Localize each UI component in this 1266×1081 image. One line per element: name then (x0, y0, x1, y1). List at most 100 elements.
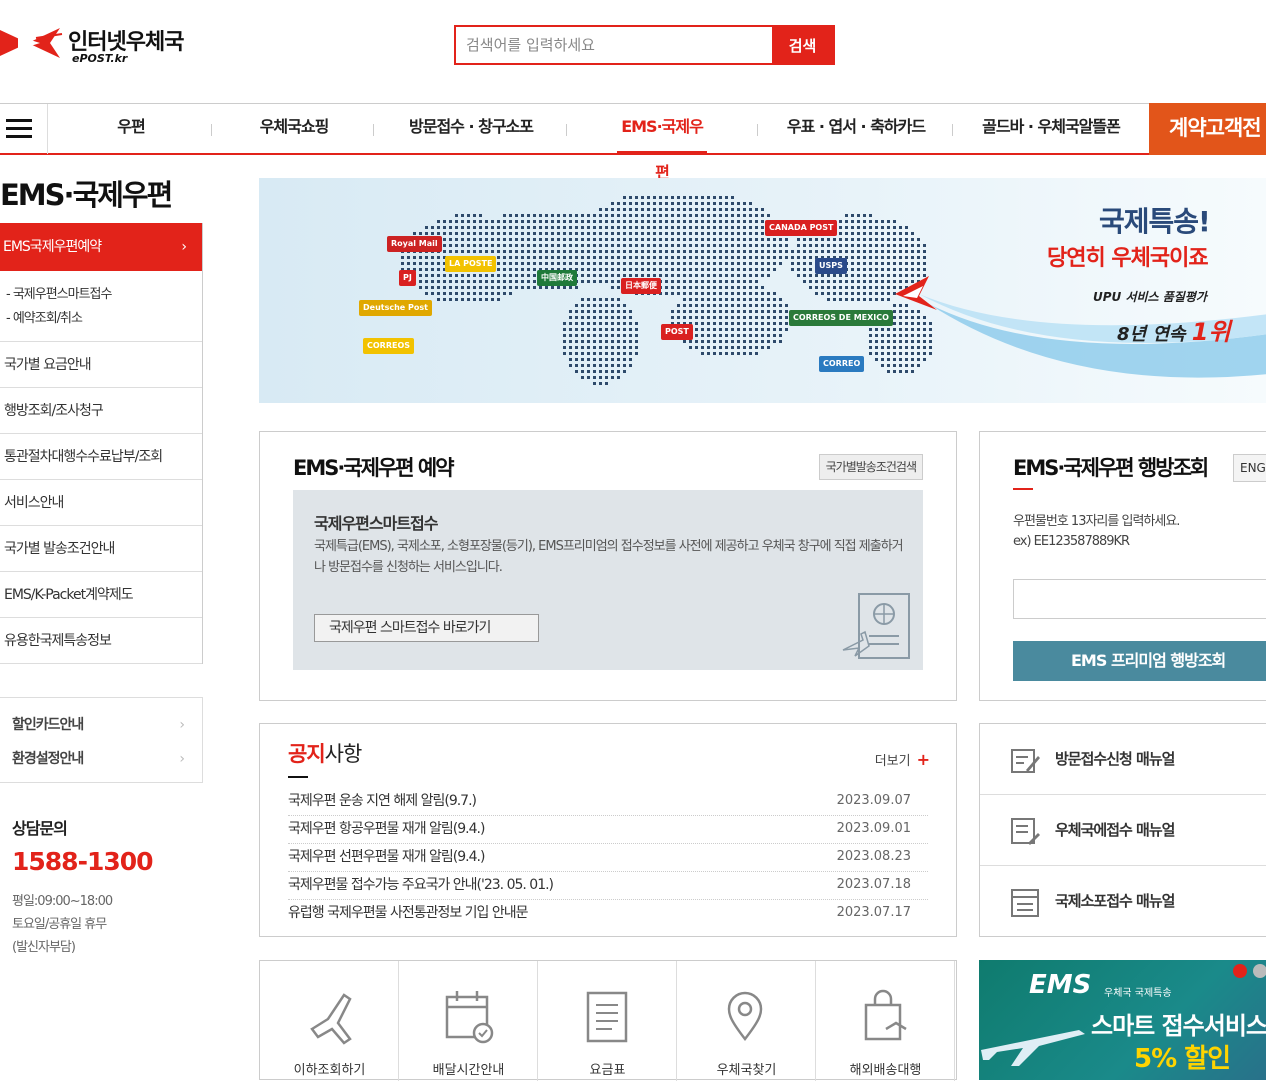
title-underline (1013, 488, 1033, 490)
slide-indicator-active[interactable] (1233, 964, 1247, 978)
notice-title: 공지사항 (288, 738, 362, 768)
notice-item[interactable]: 국제우편물 접수가능 주요국가 안내('23. 05. 01.) 2023.07.… (288, 872, 928, 900)
ems-ad-headline: 스마트 접수서비스 (1091, 1012, 1266, 1040)
quick-item-location[interactable]: 우체국찾기 (677, 961, 816, 1081)
notice-more-label: 더보기 (874, 754, 911, 769)
quick-item-bag[interactable]: 해외배송대행 (816, 961, 955, 1081)
location-icon (727, 991, 763, 1042)
notice-item-date: 2023.08.23 (836, 849, 911, 864)
quick-item-plane[interactable]: 이하조회하기 (260, 961, 399, 1081)
premium-tracking-button[interactable]: EMS 프리미엄 행방조회 (1013, 641, 1266, 681)
banner-headline: 국제특송! (1099, 205, 1211, 238)
manual-visit-link[interactable]: 방문접수신청 매뉴얼 (980, 724, 1266, 795)
consult-hours-weekday: 평일:09:00~18:00 (12, 894, 113, 909)
notice-item-title: 국제우편물 접수가능 주요국가 안내('23. 05. 01.) (288, 877, 554, 893)
gnb-item-ems[interactable]: EMS·국제우편 (617, 104, 707, 182)
chevron-right-icon: › (181, 239, 187, 255)
smart-receipt-description: 국제특급(EMS), 국제소포, 소형포장물(등기), EMS프리미엄의 접수정… (314, 539, 904, 575)
post-logo-badge: CORREOS DE MEXICO (789, 310, 893, 326)
manual-links: 방문접수신청 매뉴얼 우체국에접수 매뉴얼 국제소포접수 매뉴얼 (979, 723, 1266, 937)
bag-icon (864, 989, 907, 1041)
manual-parcel-link[interactable]: 국제소포접수 매뉴얼 (980, 866, 1266, 937)
banner-rank-first: 1위 (1191, 318, 1231, 346)
side-nav-item[interactable]: EMS/K-Packet계약제도 (0, 572, 202, 618)
hamburger-menu-icon[interactable] (0, 104, 48, 154)
epost-logo[interactable]: 인터넷우체국 ePOST.kr (0, 22, 200, 66)
form-pen-icon (1011, 818, 1040, 845)
passport-icon (842, 593, 910, 659)
notice-item-date: 2023.07.17 (836, 905, 911, 920)
quick-item-calendar[interactable]: 배달시간안내 (399, 961, 538, 1081)
notice-item-date: 2023.09.07 (836, 793, 911, 808)
tracking-panel: EMS·국제우편 행방조회 ENGLISH 우편물번호 13자리를 입력하세요.… (979, 431, 1266, 701)
search-input[interactable] (456, 27, 774, 63)
post-logo-badge: 日本郵便 (621, 278, 661, 294)
side-nav-item[interactable]: 국가별 발송조건안내 (0, 526, 202, 572)
form-pen-icon (1011, 749, 1040, 773)
tracking-number-input[interactable] (1013, 579, 1266, 619)
gnb-item-stamps[interactable]: 우표 · 엽서 · 축하카드 (780, 104, 932, 154)
notice-item-date: 2023.09.01 (836, 821, 911, 836)
side-nav-item[interactable]: 국가별 요금안내 (0, 342, 202, 388)
notice-item-title: 국제우편 운송 지연 해제 알림(9.7.) (288, 793, 477, 809)
banner-rank-years: 8년 연속 (1117, 324, 1186, 345)
manual-office-link[interactable]: 우체국에접수 매뉴얼 (980, 795, 1266, 866)
side-nav-item[interactable]: 통관절차대행수수료납부/조회 (0, 434, 202, 480)
notice-item[interactable]: 국제우편 운송 지연 해제 알림(9.7.) 2023.09.07 (288, 788, 928, 816)
environment-setting-link[interactable]: 환경설정안내 › (12, 742, 202, 776)
side-nav-sub-lookup[interactable]: - 예약조회/취소 (6, 309, 202, 333)
ems-logo: EMS (1029, 970, 1092, 1000)
side-nav-item-active[interactable]: EMS국제우편예약 › (0, 223, 202, 271)
gnb-contract-button[interactable]: 계약고객전 (1149, 103, 1266, 155)
gnb-item-visit[interactable]: 방문접수 · 창구소포 (400, 104, 542, 154)
section-title: EMS·국제우편 (0, 178, 173, 212)
manual-parcel-label: 국제소포접수 매뉴얼 (1055, 892, 1175, 910)
side-extra-links: 할인카드안내 › 환경설정안내 › (0, 697, 203, 783)
post-logo-badge: USPS (815, 258, 847, 274)
global-nav: 우편 우체국쇼핑 방문접수 · 창구소포 EMS·국제우편 우표 · 엽서 · … (0, 103, 1266, 182)
notice-panel: 공지사항 더보기 + 국제우편 운송 지연 해제 알림(9.7.) 2023.09.… (259, 723, 957, 937)
manual-visit-label: 방문접수신청 매뉴얼 (1055, 750, 1175, 768)
side-nav-sub-smart[interactable]: - 국제우편스마트접수 (6, 285, 202, 309)
search-box: 검색 (454, 25, 835, 65)
gnb-item-goldbar[interactable]: 골드바 · 우체국알뜰폰 (975, 104, 1127, 154)
notice-item[interactable]: 국제우편 선편우편물 재개 알림(9.4.) 2023.08.23 (288, 844, 928, 872)
discount-card-link[interactable]: 할인카드안내 › (12, 708, 202, 742)
gnb-item-shopping[interactable]: 우체국쇼핑 (244, 104, 344, 154)
airplane-icon (981, 1030, 1085, 1066)
plane-icon (310, 993, 352, 1045)
reservation-title: EMS·국제우편 예약 (293, 456, 455, 480)
post-logo-badge: Deutsche Post (359, 300, 432, 316)
ems-ad-small: 우체국 국제특송 (1104, 988, 1172, 999)
title-underline (288, 776, 308, 778)
consult-title: 상담문의 (12, 819, 68, 838)
notice-item[interactable]: 유럽행 국제우편물 사전통관정보 기입 안내문 2023.07.17 (288, 900, 928, 928)
post-logo-badge: CORREOS (363, 338, 415, 354)
search-button[interactable]: 검색 (772, 27, 833, 63)
slide-indicator[interactable] (1253, 964, 1266, 978)
smart-receipt-go-button[interactable]: 국제우편 스마트접수 바로가기 (314, 614, 539, 642)
notice-item[interactable]: 국제우편 항공우편물 재개 알림(9.4.) 2023.09.01 (288, 816, 928, 844)
promo-banner[interactable]: Royal Mail LA POSTE PJ Deutsche Post COR… (259, 178, 1266, 403)
side-nav-item[interactable]: 행방조회/조사청구 (0, 388, 202, 434)
country-condition-search-button[interactable]: 국가별발송조건검색 (818, 454, 923, 480)
notice-title-a: 공지 (288, 742, 326, 766)
side-nav-item[interactable]: 유용한국제특송정보 (0, 618, 202, 664)
gnb-separator (566, 124, 567, 136)
consult-hours-note: (발신자부담) (12, 940, 76, 955)
notice-more-link[interactable]: 더보기 + (875, 750, 930, 769)
language-select[interactable]: ENGLISH (1233, 454, 1266, 482)
quick-item-document[interactable]: 요금표 (538, 961, 677, 1081)
ems-promo-banner[interactable]: EMS 우체국 국제특송 스마트 접수서비스 5% 할인 (979, 960, 1266, 1080)
gnb-item-mail[interactable]: 우편 (95, 104, 167, 154)
post-logo-badge: PJ (399, 270, 416, 286)
epost-logo-icon (0, 28, 63, 58)
smart-receipt-heading: 국제우편스마트접수 (314, 514, 438, 533)
consult-hours-weekend: 토요일/공휴일 휴무 (12, 917, 107, 932)
gnb-separator (757, 124, 758, 136)
side-nav-item[interactable]: 서비스안내 (0, 480, 202, 526)
quick-item-label: 이하조회하기 (293, 1063, 366, 1078)
banner-rank: 8년 연속 1위 (1117, 312, 1231, 347)
notice-item-title: 국제우편 선편우편물 재개 알림(9.4.) (288, 849, 485, 865)
chevron-right-icon: › (179, 717, 185, 733)
